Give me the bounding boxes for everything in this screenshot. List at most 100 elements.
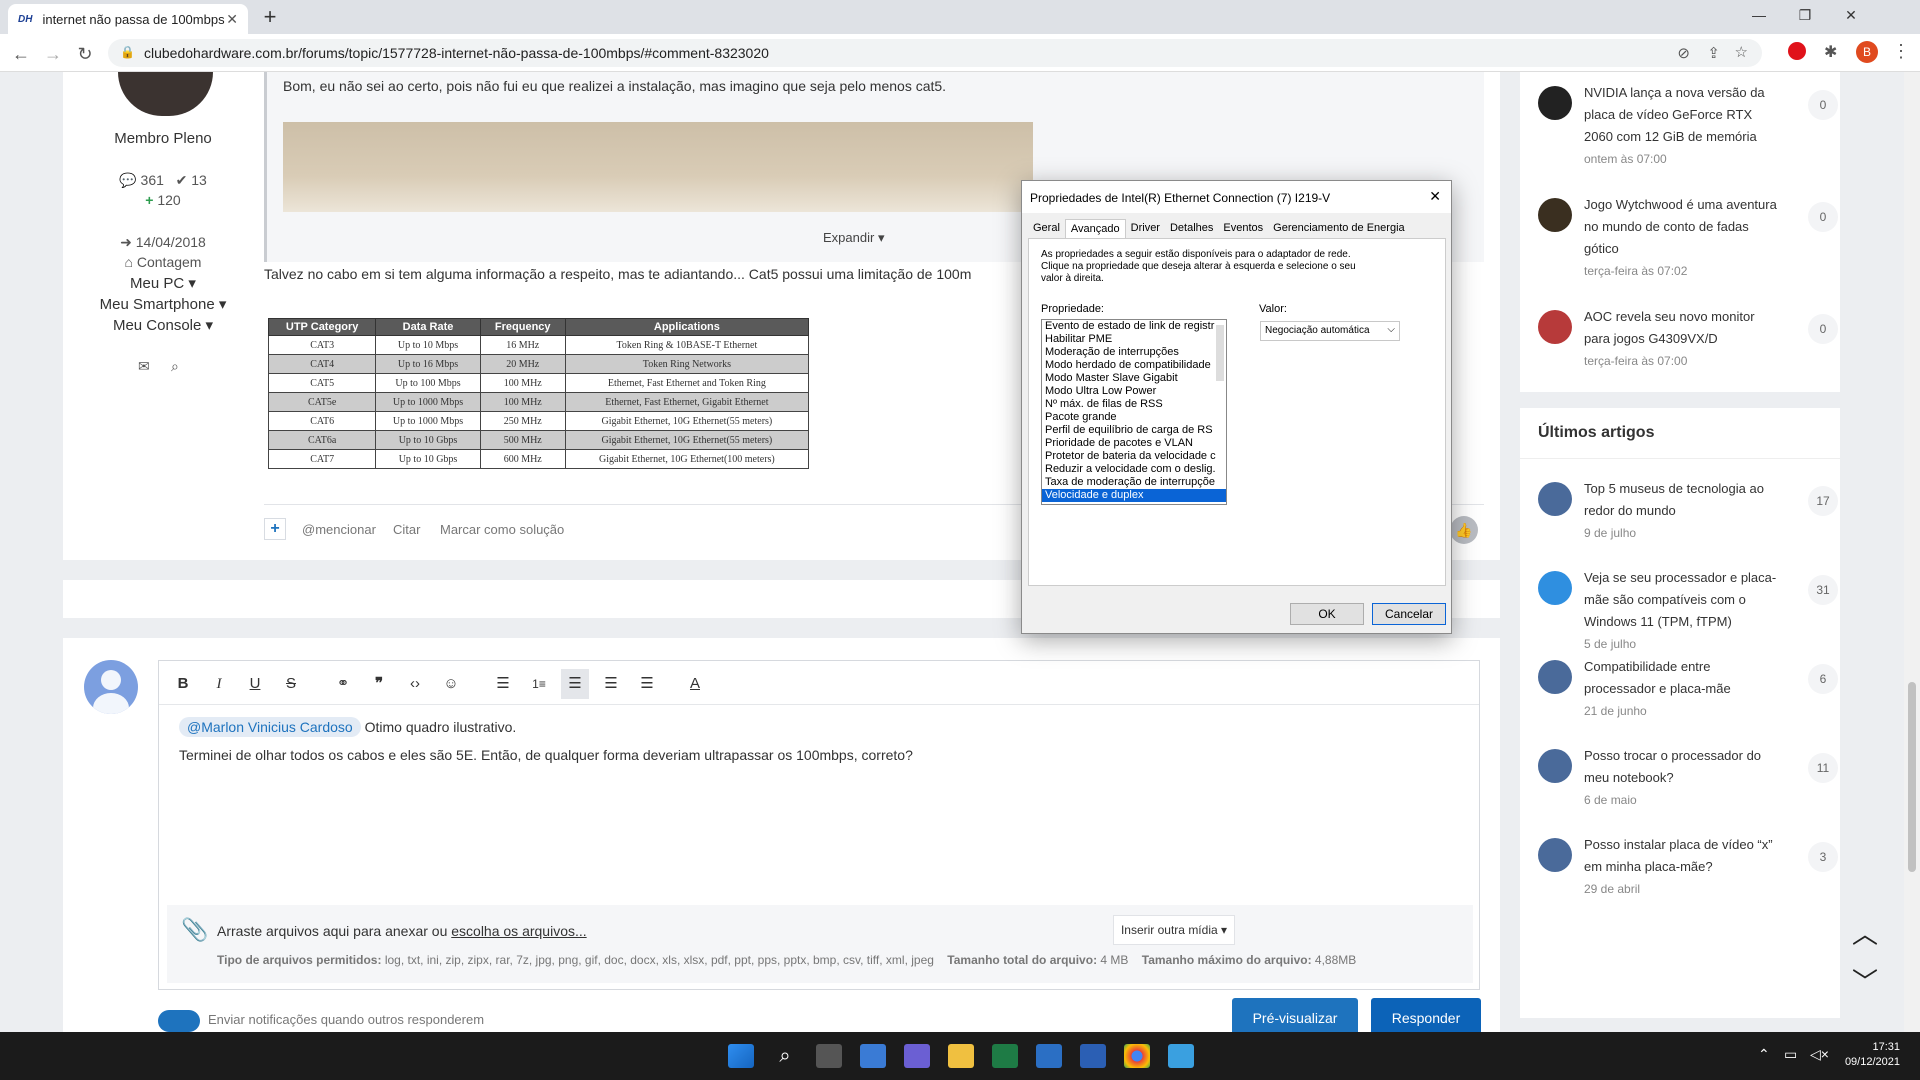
scroll-up-icon[interactable]: ︿ <box>1852 914 1878 951</box>
widgets-icon[interactable] <box>860 1044 886 1068</box>
file-explorer-icon[interactable] <box>948 1044 974 1068</box>
expand-button[interactable]: Expandir ▾ <box>823 230 884 246</box>
reload-icon[interactable]: ↻ <box>72 41 98 67</box>
new-tab-button[interactable]: + <box>256 4 284 32</box>
lock-icon[interactable]: 🔒 <box>120 45 135 59</box>
item-title[interactable]: AOC revela seu novo monitor para jogos G… <box>1584 306 1784 350</box>
dialog-tab[interactable]: Gerenciamento de Energia <box>1268 219 1409 238</box>
item-title[interactable]: Posso trocar o processador do meu notebo… <box>1584 745 1784 789</box>
notify-toggle[interactable] <box>158 1010 200 1032</box>
author-avatar[interactable] <box>118 72 213 116</box>
underline-button[interactable]: U <box>241 669 269 699</box>
item-title[interactable]: NVIDIA lança a nova versão da placa de v… <box>1584 82 1784 148</box>
property-listbox[interactable]: Evento de estado de link de registr Habil… <box>1041 319 1227 505</box>
thumbnail-image[interactable] <box>1538 482 1572 516</box>
item-title[interactable]: Top 5 museus de tecnologia ao redor do m… <box>1584 478 1784 522</box>
multi-quote-plus-button[interactable]: + <box>264 518 286 540</box>
quote-icon[interactable]: ❞ <box>365 669 393 699</box>
thumbnail-image[interactable] <box>1538 749 1572 783</box>
align-right-icon[interactable]: ☰ <box>633 669 661 699</box>
property-list-item[interactable]: Moderação de interrupções <box>1042 346 1226 359</box>
text-color-icon[interactable]: A <box>681 669 709 699</box>
bullet-list-icon[interactable]: ☰ <box>489 669 517 699</box>
ok-button[interactable]: OK <box>1290 603 1364 625</box>
dialog-tab[interactable]: Avançado <box>1064 219 1126 238</box>
excel-icon[interactable] <box>992 1044 1018 1068</box>
scroll-down-icon[interactable]: ﹀ <box>1852 962 1878 999</box>
choose-files-link[interactable]: escolha os arquivos... <box>451 923 586 939</box>
property-list-item[interactable]: Pacote grande <box>1042 411 1226 424</box>
scrollbar-thumb[interactable] <box>1908 682 1916 872</box>
address-bar[interactable]: 🔒 clubedohardware.com.br/forums/topic/15… <box>108 39 1762 67</box>
property-list-item[interactable]: Nº máx. de filas de RSS <box>1042 398 1226 411</box>
close-window-button[interactable]: ✕ <box>1828 0 1874 32</box>
dialog-tab[interactable]: Detalhes <box>1165 219 1218 238</box>
mark-solution-link[interactable]: Marcar como solução <box>440 522 564 537</box>
dialog-tab[interactable]: Driver <box>1126 219 1165 238</box>
system-clock[interactable]: 17:31 09/12/2021 <box>1840 1040 1900 1070</box>
align-left-icon[interactable]: ☰ <box>561 669 589 699</box>
search-icon[interactable]: ⌕ <box>772 1044 798 1068</box>
property-list-item[interactable]: Protetor de bateria da velocidade c <box>1042 450 1226 463</box>
tracking-off-icon[interactable]: ⊘ <box>1677 44 1690 62</box>
property-list-item[interactable]: Modo Master Slave Gigabit <box>1042 372 1226 385</box>
link-icon[interactable]: ⚭ <box>329 669 357 699</box>
dialog-tab[interactable]: Eventos <box>1218 219 1268 238</box>
code-icon[interactable]: ‹› <box>401 669 429 699</box>
tray-chevron-up-icon[interactable]: ⌃ <box>1758 1046 1770 1063</box>
thumbnail-image[interactable] <box>1538 86 1572 120</box>
italic-button[interactable]: I <box>205 669 233 699</box>
item-title[interactable]: Posso instalar placa de vídeo “x” em min… <box>1584 834 1784 878</box>
thumbnail-image[interactable] <box>1538 571 1572 605</box>
network-icon[interactable]: ▭ <box>1784 1046 1797 1063</box>
extensions-puzzle-icon[interactable]: ✱ <box>1824 42 1837 62</box>
numbered-list-icon[interactable]: 1≡ <box>525 669 553 699</box>
back-icon[interactable]: ← <box>8 41 34 67</box>
listbox-scrollbar[interactable] <box>1216 325 1224 381</box>
editor-line-1[interactable]: @Marlon Vinicius Cardoso Otimo quadro il… <box>179 717 516 737</box>
search-icon[interactable]: ⌕ <box>171 358 179 375</box>
dialog-tab[interactable]: Geral <box>1028 219 1065 238</box>
property-list-item[interactable]: Velocidade e duplex <box>1042 489 1226 502</box>
opera-extension-icon[interactable] <box>1788 42 1806 60</box>
cancel-button[interactable]: Cancelar <box>1372 603 1446 625</box>
my-pc-dropdown[interactable]: Meu PC ▾ <box>63 274 263 292</box>
preview-button[interactable]: Pré-visualizar <box>1232 998 1358 1032</box>
restore-button[interactable]: ❐ <box>1782 0 1828 32</box>
thumbnail-image[interactable] <box>1538 660 1572 694</box>
strikethrough-button[interactable]: S <box>277 669 305 699</box>
thumbnail-image[interactable] <box>1538 838 1572 872</box>
task-view-icon[interactable] <box>816 1044 842 1068</box>
property-list-item[interactable]: Prioridade de pacotes e VLAN <box>1042 437 1226 450</box>
thumbnail-image[interactable] <box>1538 198 1572 232</box>
align-center-icon[interactable]: ☰ <box>597 669 625 699</box>
item-title[interactable]: Jogo Wytchwood é uma aventura no mundo d… <box>1584 194 1784 260</box>
bold-button[interactable]: B <box>169 669 197 699</box>
thumbnail-image[interactable] <box>1538 310 1572 344</box>
start-windows-icon[interactable] <box>728 1044 754 1068</box>
profile-avatar[interactable]: B <box>1856 41 1878 63</box>
minimize-button[interactable]: — <box>1736 0 1782 32</box>
volume-muted-icon[interactable]: ◁× <box>1810 1046 1829 1063</box>
mention-chip[interactable]: @Marlon Vinicius Cardoso <box>179 717 361 737</box>
bookmark-star-icon[interactable]: ☆ <box>1735 43 1748 61</box>
property-list-item[interactable]: Reduzir a velocidade com o deslig. <box>1042 463 1226 476</box>
item-title[interactable]: Compatibilidade entre processador e plac… <box>1584 656 1784 700</box>
browser-tab[interactable]: DH internet não passa de 100mbps ✕ <box>8 4 248 34</box>
teams-chat-icon[interactable] <box>904 1044 930 1068</box>
emoji-icon[interactable]: ☺ <box>437 669 465 699</box>
property-list-item[interactable]: Evento de estado de link de registr <box>1042 320 1226 333</box>
share-icon[interactable]: ⇪ <box>1707 44 1720 62</box>
calendar-icon[interactable] <box>1036 1044 1062 1068</box>
property-list-item[interactable]: Taxa de moderação de interrupçõe <box>1042 476 1226 489</box>
insert-media-button[interactable]: Inserir outra mídia ▾ <box>1113 915 1235 945</box>
page-scrollbar[interactable] <box>1904 72 1920 1032</box>
close-tab-icon[interactable]: ✕ <box>226 11 238 28</box>
menu-kebab-icon[interactable]: ⋮ <box>1892 41 1910 62</box>
envelope-icon[interactable]: ✉ <box>138 358 150 375</box>
mention-link[interactable]: @mencionar <box>302 522 376 537</box>
my-console-dropdown[interactable]: Meu Console ▾ <box>63 316 263 334</box>
quote-link[interactable]: Citar <box>393 522 420 537</box>
like-thumbs-up-icon[interactable]: 👍 <box>1450 516 1478 544</box>
remote-desktop-icon[interactable] <box>1168 1044 1194 1068</box>
